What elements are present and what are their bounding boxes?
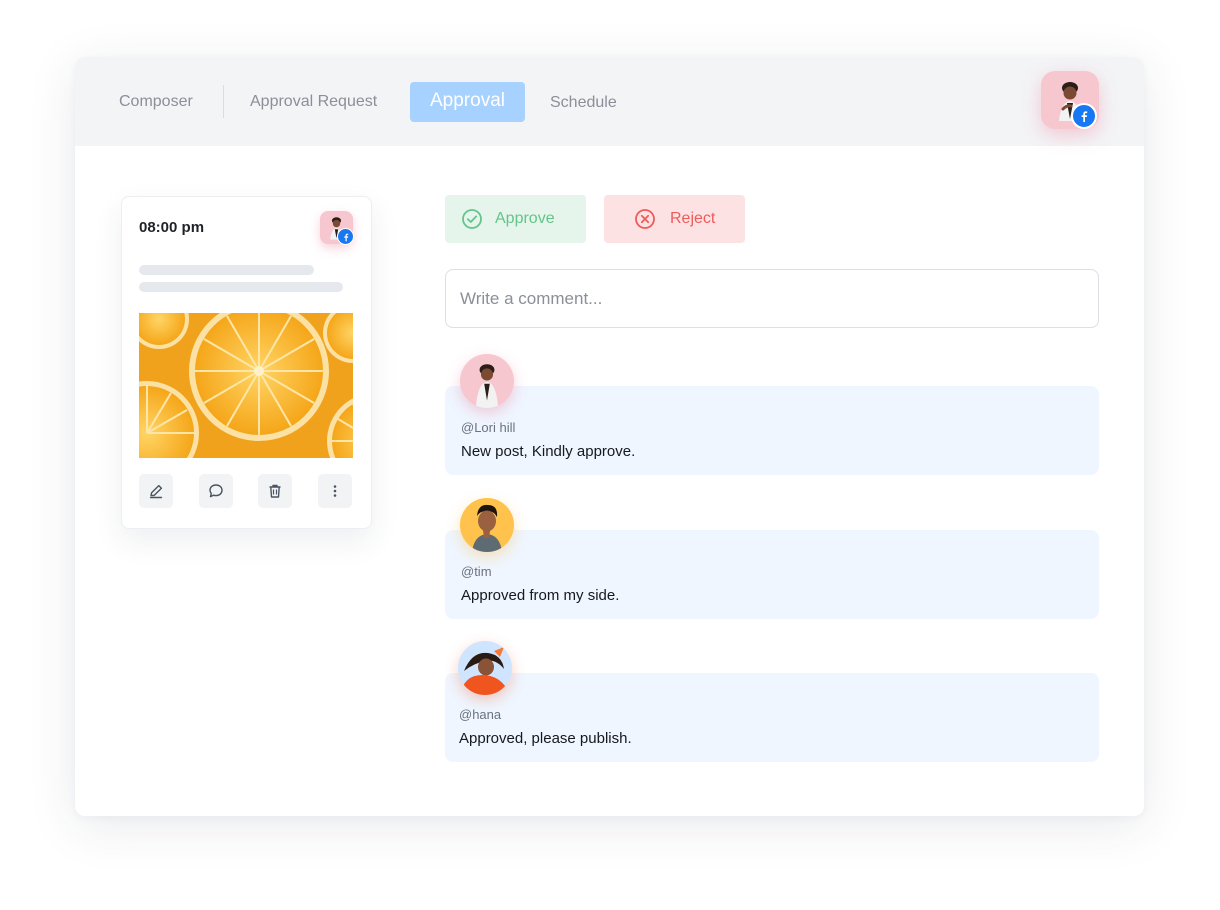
reject-label: Reject xyxy=(670,210,716,227)
more-vertical-icon xyxy=(333,485,337,497)
approve-label: Approve xyxy=(495,210,555,227)
orange-slices-photo xyxy=(139,313,353,458)
tab-approval[interactable]: Approval xyxy=(410,82,525,122)
comment-icon xyxy=(209,484,223,498)
delete-button[interactable] xyxy=(258,474,292,508)
user-avatar-icon xyxy=(472,504,502,552)
text-placeholder-line xyxy=(139,282,343,292)
approval-window: Composer Approval Request Approval Sched… xyxy=(75,57,1144,816)
comment-text: Approved, please publish. xyxy=(459,730,632,747)
user-avatar-icon xyxy=(460,647,510,695)
tab-composer[interactable]: Composer xyxy=(119,57,193,146)
user-avatar-icon xyxy=(475,364,499,408)
tab-divider xyxy=(223,85,224,118)
comment-button[interactable] xyxy=(199,474,233,508)
profile-avatar[interactable] xyxy=(1041,71,1099,129)
comment-item: @tim Approved from my side. xyxy=(445,530,1099,619)
comment-author[interactable]: @tim xyxy=(461,564,492,579)
comment-author[interactable]: @hana xyxy=(459,707,501,722)
edit-button[interactable] xyxy=(139,474,173,508)
comment-item: @Lori hill New post, Kindly approve. xyxy=(445,386,1099,475)
check-circle-icon xyxy=(462,209,482,229)
trash-icon xyxy=(269,484,281,498)
more-options-button[interactable] xyxy=(318,474,352,508)
tab-schedule[interactable]: Schedule xyxy=(550,57,617,146)
post-time: 08:00 pm xyxy=(139,219,205,236)
facebook-icon xyxy=(337,228,354,245)
post-preview-card[interactable]: 08:00 pm xyxy=(121,196,372,529)
comment-input[interactable] xyxy=(445,269,1099,328)
commenter-avatar xyxy=(460,498,514,552)
edit-icon xyxy=(149,484,163,499)
comment-author[interactable]: @Lori hill xyxy=(461,420,515,435)
reject-button[interactable]: Reject xyxy=(604,195,745,243)
approve-button[interactable]: Approve xyxy=(445,195,586,243)
top-navigation-bar: Composer Approval Request Approval Sched… xyxy=(75,57,1144,146)
tab-approval-request[interactable]: Approval Request xyxy=(250,57,377,146)
commenter-avatar xyxy=(460,354,514,408)
facebook-icon xyxy=(1071,103,1097,129)
text-placeholder-line xyxy=(139,265,314,275)
comment-item: @hana Approved, please publish. xyxy=(445,673,1099,762)
post-account-avatar xyxy=(320,211,354,245)
comment-text: Approved from my side. xyxy=(461,587,620,604)
comment-text: New post, Kindly approve. xyxy=(461,443,636,460)
x-circle-icon xyxy=(635,209,655,229)
commenter-avatar xyxy=(458,641,512,695)
